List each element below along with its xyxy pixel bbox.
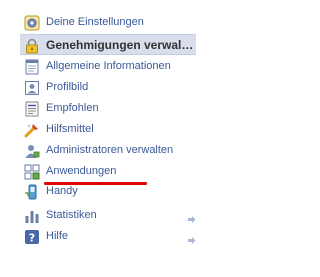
menu-item-label: Administratoren verwalten bbox=[46, 144, 174, 156]
menu-item-label: Allgemeine Informationen bbox=[46, 60, 171, 72]
arrow-right-icon bbox=[187, 211, 196, 223]
help-question-icon: ? bbox=[24, 229, 40, 245]
menu-item-profilbild[interactable]: Profilbild bbox=[24, 77, 196, 98]
info-page-icon bbox=[24, 59, 40, 75]
menu-item-label: Anwendungen bbox=[46, 165, 117, 177]
menu-item-anwendungen[interactable]: Anwendungen bbox=[24, 161, 196, 182]
apps-puzzle-icon bbox=[24, 164, 40, 180]
settings-gear-icon bbox=[24, 15, 40, 31]
arrow-right-icon bbox=[187, 232, 196, 244]
menu-item-label: Genehmigungen verwalten bbox=[46, 38, 194, 52]
menu-item-label: Deine Einstellungen bbox=[46, 16, 144, 28]
profile-picture-icon bbox=[24, 80, 40, 96]
menu-item-handy[interactable]: Handy bbox=[24, 181, 196, 202]
menu-item-empfohlen[interactable]: Empfohlen bbox=[24, 98, 196, 119]
menu-item-hilfsmittel[interactable]: Hilfsmittel bbox=[24, 119, 196, 140]
lock-icon bbox=[24, 38, 40, 54]
menu-item-statistiken[interactable]: Statistiken bbox=[24, 205, 196, 226]
menu-item-label: Empfohlen bbox=[46, 102, 99, 114]
menu-item-label: Profilbild bbox=[46, 81, 89, 93]
menu-item-allgemeine-informationen[interactable]: Allgemeine Informationen bbox=[24, 56, 196, 77]
menu-item-administratoren-verwalten[interactable]: Administratoren verwalten bbox=[24, 140, 196, 161]
admin-user-icon bbox=[24, 143, 40, 159]
recommended-page-icon bbox=[24, 101, 40, 117]
menu-item-hilfe[interactable]: ? Hilfe bbox=[24, 226, 196, 247]
tools-icon bbox=[24, 122, 40, 138]
menu-item-label: Statistiken bbox=[46, 209, 97, 221]
menu-item-deine-einstellungen[interactable]: Deine Einstellungen bbox=[24, 12, 196, 33]
menu-item-label: Hilfe bbox=[46, 230, 69, 242]
svg-text:?: ? bbox=[29, 232, 35, 245]
menu-item-label: Hilfsmittel bbox=[46, 123, 94, 135]
bar-chart-icon bbox=[24, 208, 40, 224]
menu-item-label: Handy bbox=[46, 185, 78, 197]
mobile-phone-icon bbox=[24, 184, 40, 200]
menu-item-genehmigungen-verwalten[interactable]: Genehmigungen verwalten bbox=[20, 34, 196, 55]
settings-sidebar-menu: Deine Einstellungen Genehmigungen verwal… bbox=[0, 0, 211, 277]
